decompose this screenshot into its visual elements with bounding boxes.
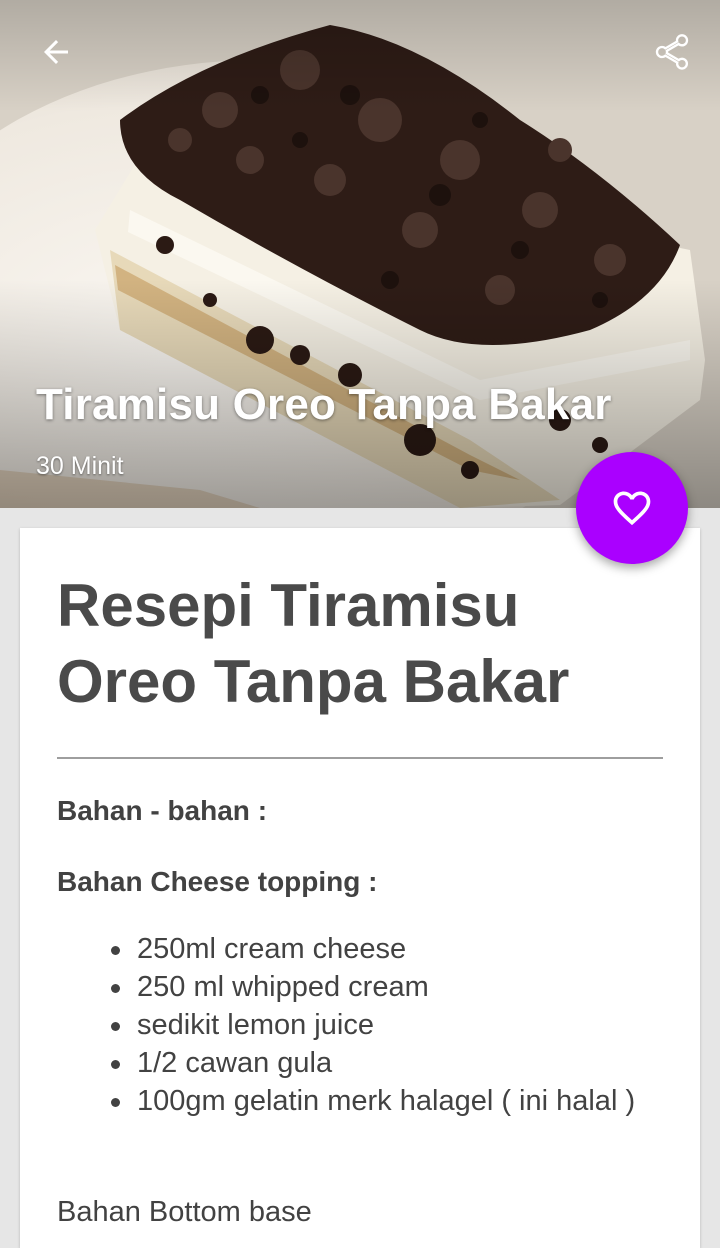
share-button[interactable]: [648, 28, 696, 76]
cheese-topping-list: 250ml cream cheese 250 ml whipped cream …: [57, 930, 697, 1120]
cooking-duration: 30 Minit: [36, 452, 124, 480]
share-icon: [655, 34, 689, 70]
hero-gradient-overlay: [0, 0, 720, 508]
list-item: 250ml cream cheese: [111, 930, 697, 968]
ingredients-heading: Bahan - bahan :: [57, 795, 268, 826]
recipe-content-card: Resepi Tiramisu Oreo Tanpa Bakar Bahan -…: [20, 528, 700, 1248]
title-divider: [57, 757, 663, 759]
list-item: sedikit lemon juice: [111, 1006, 697, 1044]
bottom-base-heading: Bahan Bottom base: [57, 1196, 312, 1228]
recipe-hero-image: Tiramisu Oreo Tanpa Bakar 30 Minit: [0, 0, 720, 508]
recipe-title: Resepi Tiramisu Oreo Tanpa Bakar: [57, 572, 570, 715]
back-button[interactable]: [32, 28, 80, 76]
recipe-hero-title: Tiramisu Oreo Tanpa Bakar: [36, 380, 612, 429]
list-item: 1/2 cawan gula: [111, 1044, 697, 1082]
list-item: 100gm gelatin merk halagel ( ini halal ): [111, 1082, 697, 1120]
heart-outline-icon: [613, 491, 651, 526]
cheese-topping-heading: Bahan Cheese topping :: [57, 866, 378, 897]
favorite-button[interactable]: [576, 452, 688, 564]
list-item: 250 ml whipped cream: [111, 968, 697, 1006]
arrow-left-icon: [44, 40, 68, 64]
